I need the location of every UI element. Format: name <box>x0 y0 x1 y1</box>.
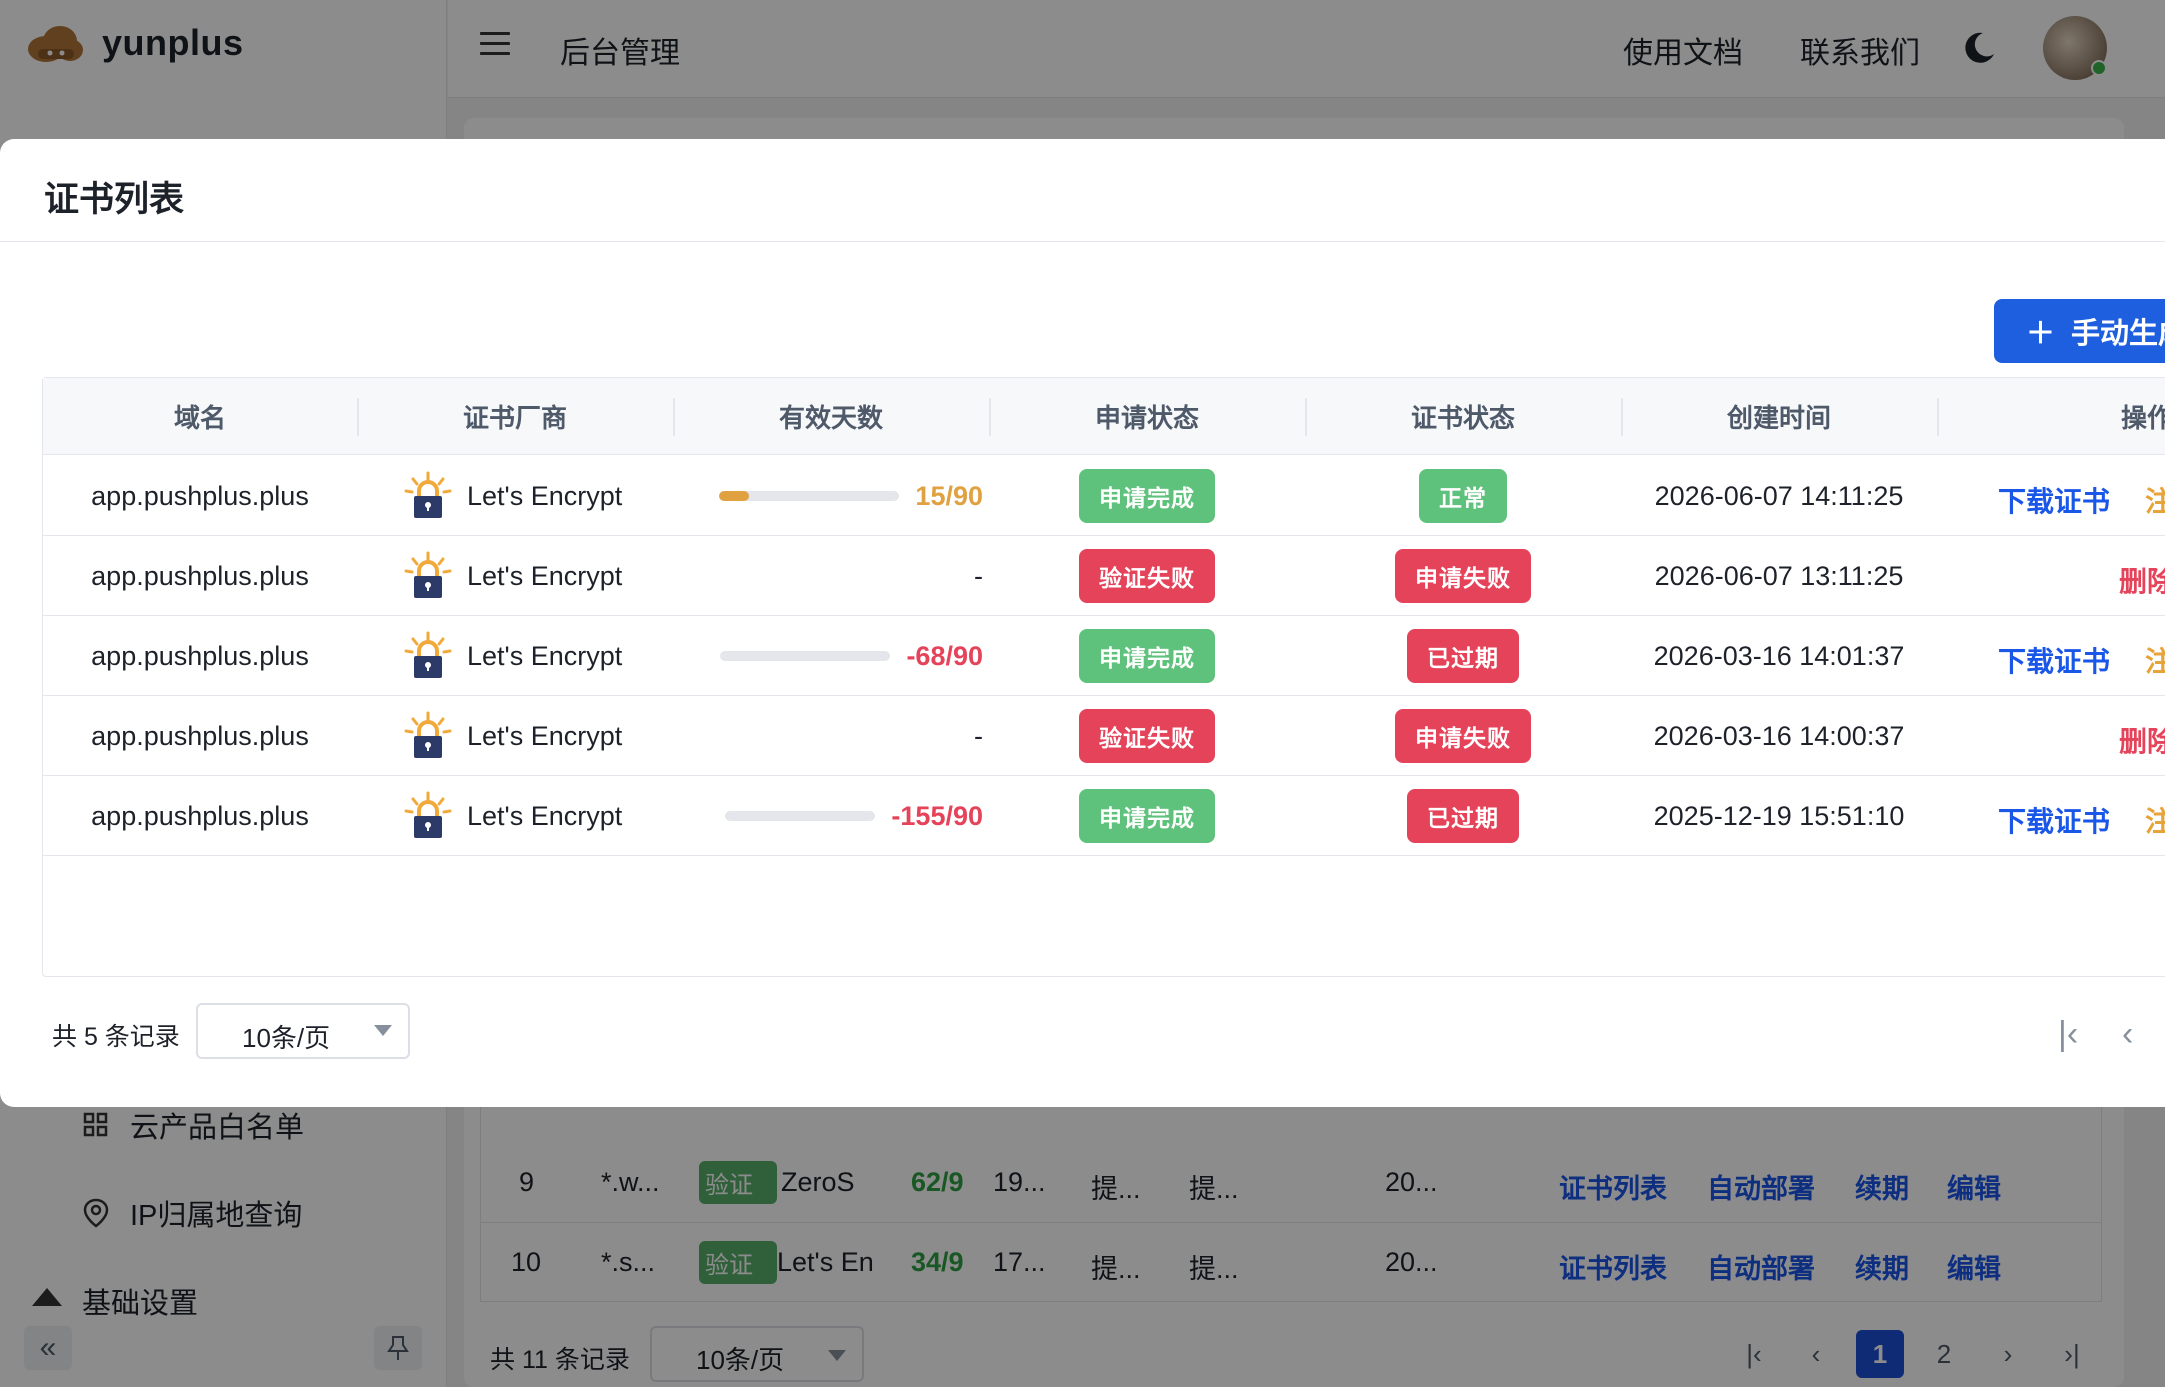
delete-link[interactable]: 删除 <box>2119 720 2165 760</box>
cell-cert-status: 申请失败 <box>1305 696 1621 776</box>
cell-valid-days: - <box>683 696 983 776</box>
table-row: app.pushplus.plus Let's Encrypt 15/90 申请完成 正… <box>43 456 2165 536</box>
valid-days-value: - <box>974 720 983 751</box>
modal-divider <box>0 241 2165 242</box>
modal-title: 证书列表 <box>44 180 185 219</box>
cell-vendor: Let's Encrypt <box>403 536 673 616</box>
cell-domain: app.pushplus.plus <box>91 480 309 511</box>
cell-apply-status: 申请完成 <box>989 616 1305 696</box>
valid-days-value: 15/90 <box>915 480 983 511</box>
vendor-name: Let's Encrypt <box>467 640 623 671</box>
table-header: 域名 证书厂商 有效天数 申请状态 证书状态 创建时间 操作 <box>43 378 2165 455</box>
cell-apply-status: 验证失败 <box>989 536 1305 616</box>
column-header-created: 创建时间 <box>1726 403 1831 433</box>
cell-created-time: 2026-06-07 14:11:25 <box>1654 480 1904 511</box>
cell-apply-status: 申请完成 <box>989 456 1305 536</box>
cell-vendor: Let's Encrypt <box>403 776 673 856</box>
apply-status-badge: 验证失败 <box>1079 709 1215 763</box>
cell-created-time: 2026-06-07 13:11:25 <box>1654 560 1904 591</box>
column-header-apply-status: 申请状态 <box>1094 403 1199 433</box>
vendor-name: Let's Encrypt <box>467 800 623 831</box>
lets-encrypt-lock-icon <box>404 551 452 598</box>
cert-status-badge: 正常 <box>1419 469 1507 523</box>
chevron-down-icon <box>374 1025 392 1036</box>
apply-status-badge: 申请完成 <box>1079 469 1215 523</box>
validity-progress-bar <box>725 811 876 821</box>
cell-apply-status: 申请完成 <box>989 776 1305 856</box>
table-row: app.pushplus.plus Let's Encrypt -68/90 申请完成… <box>43 616 2165 696</box>
cell-valid-days: - <box>683 536 983 616</box>
cert-table: 域名 证书厂商 有效天数 申请状态 证书状态 创建时间 操作 app.pushp… <box>42 377 2165 977</box>
lets-encrypt-lock-icon <box>404 631 452 678</box>
plus-icon: ＋ <box>2026 318 2056 350</box>
valid-days-value: -68/90 <box>906 640 983 671</box>
vendor-name: Let's Encrypt <box>467 480 623 511</box>
cell-vendor: Let's Encrypt <box>403 696 673 776</box>
column-header-cert-status: 证书状态 <box>1410 403 1515 433</box>
cell-cert-status: 正常 <box>1305 456 1621 536</box>
table-row: app.pushplus.plus Let's Encrypt - 验证失败 申请失败 2… <box>43 696 2165 776</box>
cell-vendor: Let's Encrypt <box>403 616 673 696</box>
cell-apply-status: 验证失败 <box>989 696 1305 776</box>
cell-valid-days: 15/90 <box>683 456 983 536</box>
cell-domain: app.pushplus.plus <box>91 640 309 671</box>
delete-link[interactable]: 删除 <box>2119 560 2165 600</box>
cell-domain: app.pushplus.plus <box>91 560 309 591</box>
apply-status-badge: 申请完成 <box>1079 789 1215 843</box>
download-cert-link[interactable]: 下载证书 <box>1998 800 2110 840</box>
cert-status-badge: 申请失败 <box>1395 709 1531 763</box>
table-row: app.pushplus.plus Let's Encrypt - 验证失败 申请失败 2… <box>43 536 2165 616</box>
cell-domain: app.pushplus.plus <box>91 800 309 831</box>
table-row: app.pushplus.plus Let's Encrypt -155/90 申请完… <box>43 776 2165 856</box>
vendor-name: Let's Encrypt <box>467 560 623 591</box>
valid-days-value: - <box>974 560 983 591</box>
page-size-value: 10条/页 <box>242 1023 331 1053</box>
column-header-vendor: 证书厂商 <box>462 403 567 433</box>
cert-status-badge: 申请失败 <box>1395 549 1531 603</box>
apply-status-badge: 申请完成 <box>1079 629 1215 683</box>
manual-generate-button[interactable]: ＋ 手动生成 <box>1994 299 2165 363</box>
secondary-action-link[interactable]: 注 <box>2145 800 2165 840</box>
lets-encrypt-lock-icon <box>404 711 452 758</box>
cell-cert-status: 已过期 <box>1305 616 1621 696</box>
generate-button-label: 手动生成 <box>2071 318 2165 350</box>
cell-cert-status: 申请失败 <box>1305 536 1621 616</box>
secondary-action-link[interactable]: 注 <box>2145 480 2165 520</box>
lets-encrypt-lock-icon <box>404 471 452 518</box>
cell-created-time: 2026-03-16 14:01:37 <box>1653 640 1905 671</box>
cell-vendor: Let's Encrypt <box>403 456 673 536</box>
page-size-select[interactable]: 10条/页 <box>196 1003 410 1059</box>
total-records: 共 5 条记录 <box>52 1023 180 1051</box>
cert-list-modal: 证书列表 ＋ 手动生成 域名 证书厂商 有效天数 申请状态 证书状态 创建时间 … <box>0 139 2165 1107</box>
apply-status-badge: 验证失败 <box>1079 549 1215 603</box>
vendor-name: Let's Encrypt <box>467 720 623 751</box>
cert-status-badge: 已过期 <box>1407 629 1519 683</box>
download-cert-link[interactable]: 下载证书 <box>1998 640 2110 680</box>
validity-progress-bar <box>719 491 900 501</box>
cell-created-time: 2026-03-16 14:00:37 <box>1653 720 1905 751</box>
first-page-icon[interactable]: |‹ <box>2058 1015 2078 1054</box>
download-cert-link[interactable]: 下载证书 <box>1998 480 2110 520</box>
cell-created-time: 2025-12-19 15:51:10 <box>1653 800 1905 831</box>
cell-valid-days: -68/90 <box>683 616 983 696</box>
cell-valid-days: -155/90 <box>683 776 983 856</box>
cell-cert-status: 已过期 <box>1305 776 1621 856</box>
column-header-days: 有效天数 <box>778 403 883 433</box>
valid-days-value: -155/90 <box>891 800 983 831</box>
secondary-action-link[interactable]: 注 <box>2145 640 2165 680</box>
cell-domain: app.pushplus.plus <box>91 720 309 751</box>
lets-encrypt-lock-icon <box>404 791 452 838</box>
column-header-actions: 操作 <box>2121 403 2165 433</box>
cert-status-badge: 已过期 <box>1407 789 1519 843</box>
column-header-domain: 域名 <box>173 403 226 433</box>
prev-page-icon[interactable]: ‹ <box>2122 1015 2133 1054</box>
validity-progress-bar <box>720 651 891 661</box>
